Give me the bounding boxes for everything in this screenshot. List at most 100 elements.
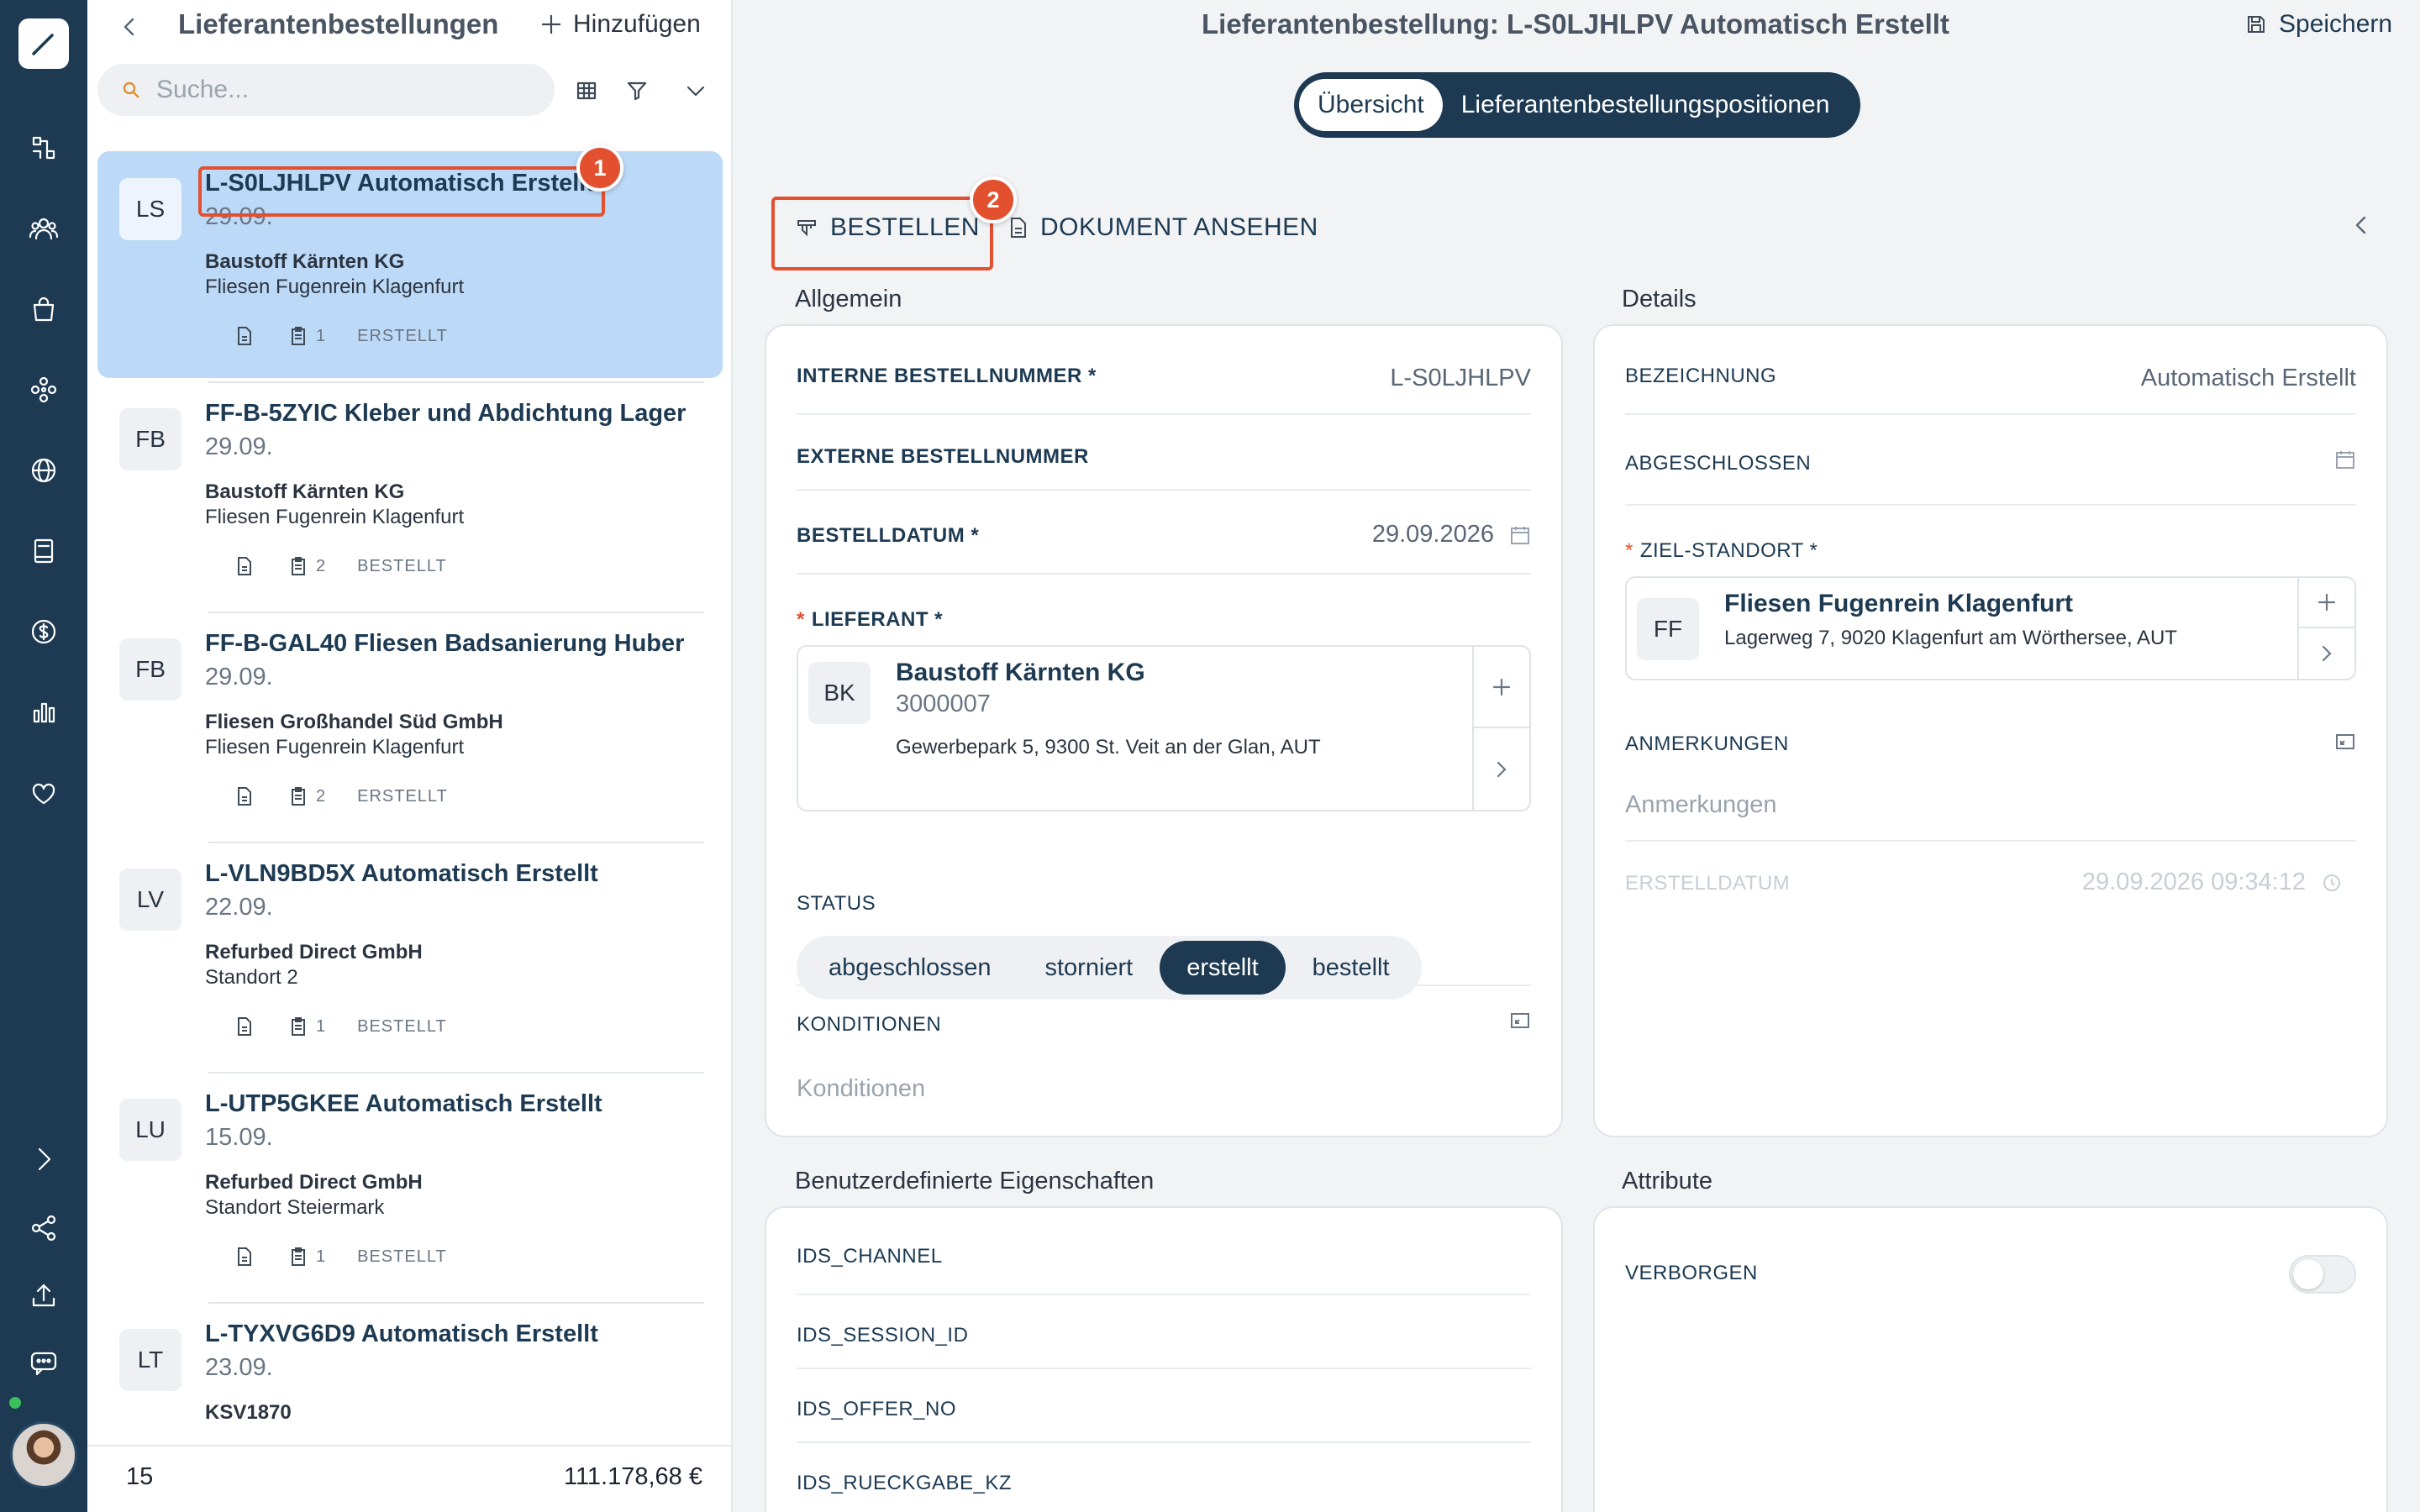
order-title: L-UTP5GKEE Automatisch Erstellt	[205, 1090, 602, 1117]
toggle-knob	[2293, 1259, 2323, 1289]
back-button[interactable]	[113, 10, 146, 44]
order-date-field[interactable]: BESTELLDATUM * 29.09.2026	[797, 491, 1531, 575]
expand-field-button[interactable]	[1509, 1011, 1531, 1030]
clipboard-icon	[292, 787, 305, 806]
filter-button[interactable]	[620, 74, 654, 108]
location-address: Lagerweg 7, 9020 Klagenfurt am Wörtherse…	[1724, 627, 2177, 649]
network-icon[interactable]	[24, 370, 64, 410]
field-label: STATUS	[797, 892, 876, 915]
order-date: 23.09.	[205, 1354, 273, 1381]
tab-overview[interactable]: Übersicht	[1299, 79, 1443, 131]
supplier-address: Gewerbepark 5, 9300 St. Veit an der Glan…	[896, 736, 1321, 759]
customers-icon[interactable]	[24, 208, 64, 249]
custom-field-ids-offer-no[interactable]: IDS_OFFER_NO	[797, 1369, 1531, 1443]
globe-icon[interactable]	[24, 450, 64, 491]
brush-icon	[32, 34, 54, 55]
order-location: Fliesen Fugenrein Klagenfurt	[205, 506, 465, 528]
details-card: BEZEICHNUNG Automatisch Erstellt ABGESCH…	[1593, 324, 2388, 1137]
external-order-number-field[interactable]: EXTERNE BESTELLNUMMER	[797, 415, 1531, 491]
view-tabs: Übersicht Lieferantenbestellungsposition…	[1294, 72, 1860, 138]
order-item-count: 1	[316, 1016, 326, 1036]
hidden-toggle[interactable]	[2289, 1255, 2356, 1294]
heart-icon[interactable]	[24, 773, 64, 813]
expand-icon[interactable]	[24, 1139, 64, 1179]
dollar-icon[interactable]	[24, 612, 64, 652]
custom-properties-card: IDS_CHANNEL IDS_SESSION_ID IDS_OFFER_NO …	[765, 1206, 1563, 1512]
target-location-reference[interactable]: FF Fliesen Fugenrein Klagenfurt Lagerweg…	[1625, 576, 2356, 680]
chevron-left-icon	[124, 18, 134, 36]
status-option-closed[interactable]: abgeschlossen	[802, 941, 1018, 995]
section-title-attributes: Attribute	[1622, 1168, 1712, 1194]
order-supplier: Baustoff Kärnten KG	[205, 250, 405, 273]
save-button[interactable]: Speichern	[2245, 10, 2392, 39]
chat-icon[interactable]	[24, 1342, 64, 1383]
plus-icon	[2317, 593, 2336, 612]
status-option-cancelled[interactable]: storniert	[1018, 941, 1160, 995]
order-avatar: LV	[119, 869, 182, 931]
location-avatar: FF	[1637, 598, 1699, 660]
order-supplier: Fliesen Großhandel Süd GmbH	[205, 711, 503, 733]
upload-icon[interactable]	[24, 1275, 64, 1315]
conditions-field[interactable]: KONDITIONEN Konditionen	[797, 998, 1531, 1132]
table-view-button[interactable]	[570, 74, 603, 108]
add-button[interactable]: Hinzufügen	[539, 10, 701, 39]
chevron-down-icon	[687, 86, 705, 97]
order-list-item[interactable]: FB FF-B-5ZYIC Kleber und Abdichtung Lage…	[97, 381, 723, 608]
order-avatar: LS	[119, 178, 182, 240]
book-icon[interactable]	[24, 531, 64, 571]
resize-icon	[2336, 734, 2354, 749]
custom-field-ids-session-id[interactable]: IDS_SESSION_ID	[797, 1295, 1531, 1369]
more-options-button[interactable]	[679, 74, 713, 108]
open-supplier-button[interactable]	[1474, 728, 1529, 810]
order-list-item[interactable]: FB FF-B-GAL40 Fliesen Badsanierung Huber…	[97, 612, 723, 838]
notes-field[interactable]: ANMERKUNGEN Anmerkungen	[1625, 732, 2356, 842]
target-location-field: * ZIEL-STANDORT * FF Fliesen Fugenrein Kl…	[1625, 506, 2356, 732]
workflow-icon[interactable]	[24, 128, 64, 168]
order-title: L-VLN9BD5X Automatisch Erstellt	[205, 860, 598, 887]
app-logo[interactable]	[18, 18, 69, 69]
order-date: 29.09.	[205, 433, 273, 460]
search-box[interactable]	[97, 64, 555, 116]
custom-field-ids-channel[interactable]: IDS_CHANNEL	[797, 1208, 1531, 1295]
field-value: 29.09.2026 09:34:12	[2082, 869, 2343, 896]
field-label: KONDITIONEN	[797, 1013, 942, 1036]
bar-chart-icon[interactable]	[24, 692, 64, 732]
shopping-bag-icon[interactable]	[24, 289, 64, 329]
order-status: ERSTELLT	[357, 326, 448, 345]
order-status: ERSTELLT	[357, 786, 448, 806]
order-meta: 2 ERSTELLT	[235, 786, 448, 806]
field-value: 29.09.2026	[1372, 521, 1531, 549]
calendar-icon[interactable]	[1509, 524, 1531, 546]
closed-date-field[interactable]: ABGESCHLOSSEN	[1625, 415, 2356, 506]
order-list-item[interactable]: LU L-UTP5GKEE Automatisch Erstellt 15.09…	[97, 1072, 723, 1299]
order-list-item[interactable]: LV L-VLN9BD5X Automatisch Erstellt 22.09…	[97, 842, 723, 1068]
save-button-label: Speichern	[2279, 10, 2393, 38]
add-button-label: Hinzufügen	[573, 10, 701, 38]
divider	[208, 1072, 704, 1074]
open-location-button[interactable]	[2299, 628, 2354, 679]
view-document-button[interactable]: DOKUMENT ANSEHEN	[1008, 213, 1318, 242]
tab-order-positions[interactable]: Lieferantenbestellungspositionen	[1443, 91, 1849, 119]
divider	[208, 612, 704, 613]
custom-field-ids-rueckgabe-kz[interactable]: IDS_RUECKGABE_KZ	[797, 1443, 1531, 1512]
chevron-right-icon	[2322, 645, 2332, 662]
search-input[interactable]	[156, 76, 526, 104]
user-avatar[interactable]	[10, 1421, 77, 1488]
order-list-item[interactable]: LT L-TYXVG6D9 Automatisch Erstellt 23.09…	[97, 1302, 723, 1431]
field-value: Automatisch Erstellt	[2140, 365, 2356, 391]
document-icon	[1011, 218, 1026, 238]
search-icon	[123, 81, 139, 98]
order-supplier: Refurbed Direct GmbH	[205, 941, 423, 963]
name-field[interactable]: BEZEICHNUNG Automatisch Erstellt	[1625, 326, 2356, 415]
add-location-button[interactable]	[2299, 578, 2354, 628]
collapse-panel-button[interactable]	[2349, 213, 2373, 241]
calendar-icon[interactable]	[2334, 449, 2356, 470]
order-count: 15	[126, 1463, 154, 1490]
internal-order-number-field[interactable]: INTERNE BESTELLNUMMER * L-S0LJHLPV	[797, 326, 1531, 415]
share-icon[interactable]	[24, 1208, 64, 1248]
supplier-reference[interactable]: BK Baustoff Kärnten KG 3000007 Gewerbepa…	[797, 645, 1531, 811]
add-supplier-button[interactable]	[1474, 647, 1529, 728]
status-option-ordered[interactable]: bestellt	[1286, 941, 1417, 995]
status-option-created[interactable]: erstellt	[1160, 941, 1286, 995]
expand-field-button[interactable]	[2334, 732, 2356, 751]
